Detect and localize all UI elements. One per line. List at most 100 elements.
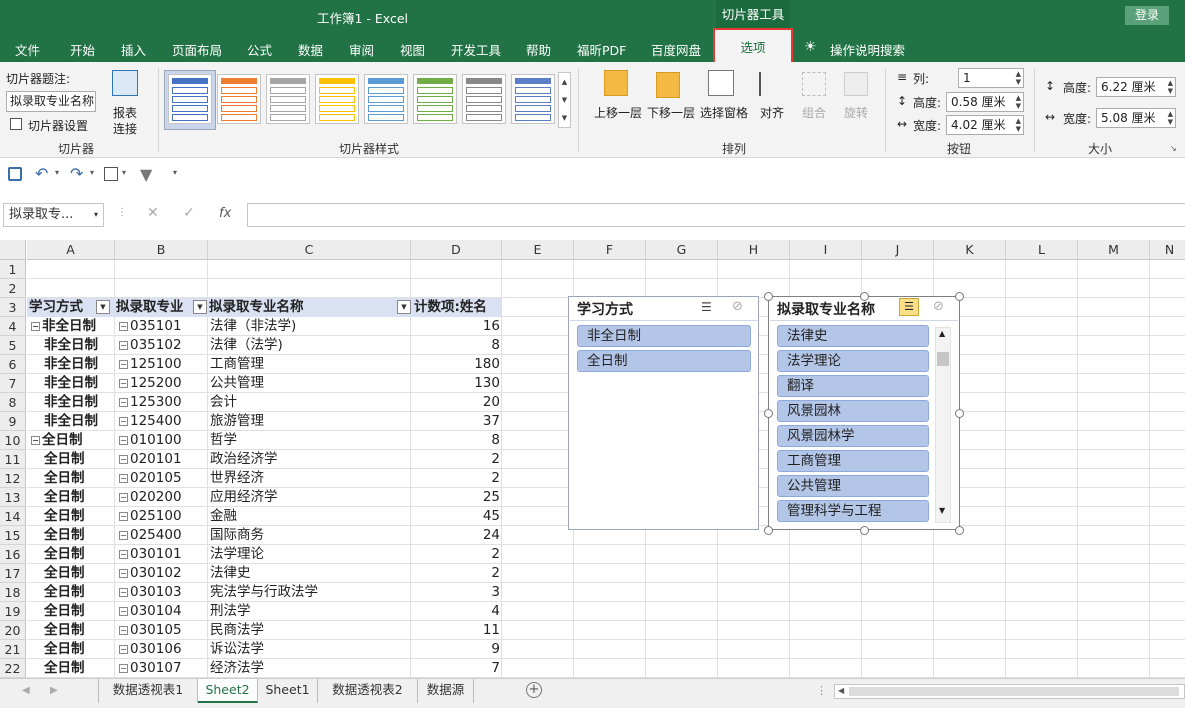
- column-header[interactable]: B: [115, 240, 208, 260]
- resize-handle[interactable]: [955, 409, 964, 418]
- pivot-major-name[interactable]: 会计: [210, 393, 237, 412]
- column-header[interactable]: N: [1150, 240, 1185, 260]
- column-header[interactable]: D: [411, 240, 502, 260]
- row-header[interactable]: 7: [0, 374, 26, 393]
- slicer-item[interactable]: 非全日制: [577, 325, 751, 347]
- slicer-item[interactable]: 风景园林学: [777, 425, 929, 447]
- pivot-major-name[interactable]: 诉讼法学: [210, 640, 264, 659]
- pivot-major-name[interactable]: 国际商务: [210, 526, 264, 545]
- selection-pane-button[interactable]: 选择窗格: [700, 104, 748, 121]
- pivot-count[interactable]: 24: [412, 526, 500, 545]
- slicer-scrollbar[interactable]: ▲ ▼: [935, 327, 951, 523]
- column-header[interactable]: K: [934, 240, 1006, 260]
- pivot-major-name[interactable]: 应用经济学: [210, 488, 278, 507]
- row-header[interactable]: 12: [0, 469, 26, 488]
- slicer-style-swatch[interactable]: [168, 74, 212, 124]
- pivot-major-name[interactable]: 法律史: [210, 564, 251, 583]
- resize-handle[interactable]: [764, 292, 773, 301]
- multi-select-icon[interactable]: ☰: [899, 298, 919, 316]
- row-header[interactable]: 15: [0, 526, 26, 545]
- filter-dropdown-icon[interactable]: ▼: [397, 300, 411, 314]
- send-backward-button[interactable]: 下移一层: [647, 104, 695, 121]
- pivot-row-label[interactable]: − 全日制: [31, 431, 83, 450]
- gallery-scroll[interactable]: ▲ ▼ ▼: [558, 72, 571, 128]
- pivot-major-name[interactable]: 民商法学: [210, 621, 264, 640]
- collapse-icon[interactable]: −: [119, 492, 128, 502]
- pivot-row-label[interactable]: 非全日制: [44, 336, 98, 355]
- tab-baidu-netdisk[interactable]: 百度网盘: [651, 40, 701, 59]
- pivot-major-name[interactable]: 宪法学与行政法学: [210, 583, 318, 602]
- tab-file[interactable]: 文件: [15, 40, 40, 59]
- pivot-major-code[interactable]: −125300: [119, 393, 182, 412]
- row-header[interactable]: 19: [0, 602, 26, 621]
- column-header[interactable]: H: [718, 240, 790, 260]
- pivot-header-study-mode[interactable]: 学习方式: [29, 298, 83, 317]
- collapse-icon[interactable]: −: [119, 397, 128, 407]
- tab-data[interactable]: 数据: [298, 40, 323, 59]
- button-width-input[interactable]: 4.02 厘米 ▲ ▼: [946, 115, 1024, 135]
- pivot-major-code[interactable]: −125400: [119, 412, 182, 431]
- resize-handle[interactable]: [955, 526, 964, 535]
- worksheet-grid[interactable]: ABCDEFGHIJKLMN 1 2 3 4 5 6 7 8 9 10 11 12 13 14 15 16 17…: [0, 240, 1185, 678]
- row-header[interactable]: 22: [0, 659, 26, 678]
- slicer-style-swatch[interactable]: [462, 74, 506, 124]
- slicer-style-swatch[interactable]: [511, 74, 555, 124]
- column-header[interactable]: I: [790, 240, 862, 260]
- row-header[interactable]: 20: [0, 621, 26, 640]
- slicer-style-swatch[interactable]: [315, 74, 359, 124]
- pivot-row-label[interactable]: 非全日制: [44, 412, 98, 431]
- pivot-major-code[interactable]: −030104: [119, 602, 182, 621]
- row-header[interactable]: 13: [0, 488, 26, 507]
- sheet-tab[interactable]: 数据源: [418, 679, 474, 703]
- pivot-row-label[interactable]: 全日制: [44, 583, 85, 602]
- new-sheet-icon[interactable]: +: [526, 682, 542, 698]
- pivot-major-code[interactable]: −030106: [119, 640, 182, 659]
- collapse-icon[interactable]: −: [119, 454, 128, 464]
- collapse-icon[interactable]: −: [119, 663, 128, 673]
- pivot-major-name[interactable]: 世界经济: [210, 469, 264, 488]
- pivot-count[interactable]: 2: [412, 545, 500, 564]
- sheet-tab[interactable]: Sheet2: [198, 679, 258, 703]
- scroll-up-icon[interactable]: ▲: [939, 329, 945, 338]
- collapse-icon[interactable]: −: [119, 625, 128, 635]
- clear-filter-icon[interactable]: ⊘: [933, 299, 944, 314]
- pivot-count[interactable]: 4: [412, 602, 500, 621]
- pivot-major-name[interactable]: 哲学: [210, 431, 237, 450]
- pivot-row-label[interactable]: 非全日制: [44, 355, 98, 374]
- width-input[interactable]: 5.08 厘米 ▲ ▼: [1096, 108, 1176, 128]
- pivot-count[interactable]: 45: [412, 507, 500, 526]
- filter-dropdown-icon[interactable]: ▼: [96, 300, 110, 314]
- column-header[interactable]: M: [1078, 240, 1150, 260]
- scroll-thumb[interactable]: [849, 687, 1179, 696]
- row-header[interactable]: 10: [0, 431, 26, 450]
- pivot-major-code[interactable]: −030102: [119, 564, 182, 583]
- pivot-major-name[interactable]: 法律（法学): [210, 336, 283, 355]
- row-header[interactable]: 17: [0, 564, 26, 583]
- slicer-item[interactable]: 工商管理: [777, 450, 929, 472]
- dialog-launcher-icon[interactable]: ↘: [1170, 144, 1177, 153]
- collapse-icon[interactable]: −: [119, 473, 128, 483]
- pivot-count[interactable]: 37: [412, 412, 500, 431]
- pivot-major-name[interactable]: 法学理论: [210, 545, 264, 564]
- borders-dropdown-icon[interactable]: ▾: [122, 168, 126, 177]
- tab-page-layout[interactable]: 页面布局: [172, 40, 222, 59]
- collapse-icon[interactable]: −: [31, 321, 40, 331]
- pivot-row-label[interactable]: 全日制: [44, 602, 85, 621]
- slicer-study-mode[interactable]: 学习方式 ☰ ⊘ 非全日制 全日制: [568, 296, 759, 530]
- pivot-major-code[interactable]: −035102: [119, 336, 182, 355]
- drag-handle-icon[interactable]: ⋮: [117, 207, 127, 218]
- slicer-item[interactable]: 翻译: [777, 375, 929, 397]
- row-header[interactable]: 18: [0, 583, 26, 602]
- button-height-input[interactable]: 0.58 厘米 ▲ ▼: [946, 92, 1024, 112]
- pivot-row-label[interactable]: 全日制: [44, 545, 85, 564]
- slicer-major-name[interactable]: 拟录取专业名称 ☰ ⊘ 法律史 法学理论 翻译 风景园林 风景园林学 工商管理 公共管理 管理…: [768, 296, 960, 530]
- horizontal-scrollbar[interactable]: ◀: [834, 684, 1185, 699]
- resize-handle[interactable]: [860, 292, 869, 301]
- collapse-icon[interactable]: −: [119, 606, 128, 616]
- resize-handle[interactable]: [764, 526, 773, 535]
- next-sheet-icon[interactable]: ▶: [50, 685, 58, 696]
- resize-handle[interactable]: [764, 409, 773, 418]
- row-header[interactable]: 21: [0, 640, 26, 659]
- pivot-row-label[interactable]: 非全日制: [44, 374, 98, 393]
- scroll-thumb[interactable]: [937, 352, 949, 366]
